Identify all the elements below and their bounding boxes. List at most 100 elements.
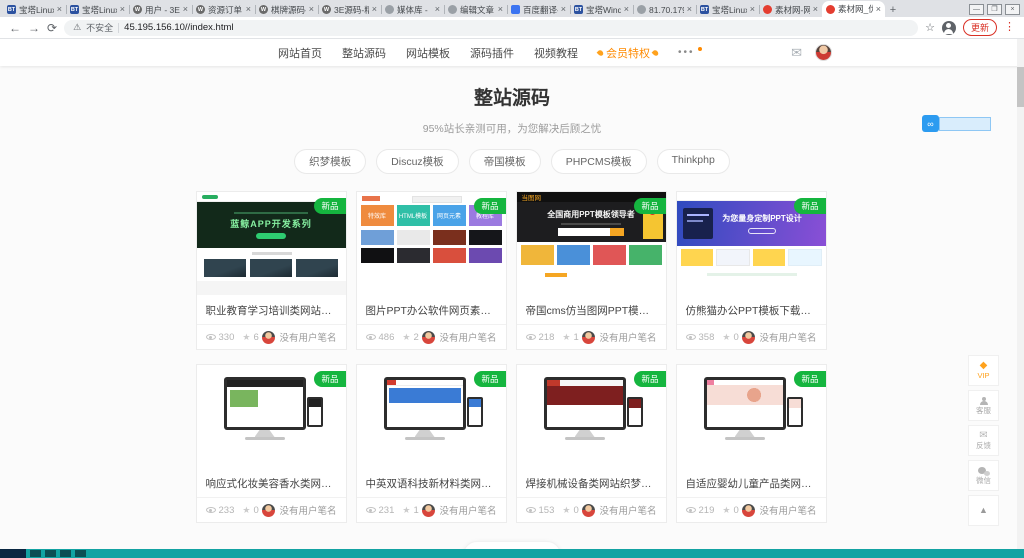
author-name: 没有用户笔名 [279, 503, 336, 517]
filter-discuz[interactable]: Discuz模板 [376, 149, 459, 174]
tab-media-library[interactable]: 媒体库 - × [381, 2, 444, 17]
tab-close-icon[interactable]: × [624, 5, 629, 14]
tab-close-icon[interactable]: × [435, 5, 440, 14]
tab-close-icon[interactable]: × [57, 5, 62, 14]
tab-3e-source[interactable]: W 3E源码-精 × [318, 2, 381, 17]
tab-close-icon[interactable]: × [687, 5, 692, 14]
tab-baota-linux-1[interactable]: BT 宝塔Linux × [3, 2, 66, 17]
browser-profile-icon[interactable] [942, 21, 956, 35]
template-title[interactable]: 职业教育学习培训类网站模板（带手 [197, 295, 346, 324]
tab-qipai-source[interactable]: W 棋牌源码- × [255, 2, 318, 17]
filter-empirecms[interactable]: 帝国模板 [469, 149, 541, 174]
template-title[interactable]: 响应式化妆美容香水类网站织梦模板 [197, 468, 346, 497]
nav-home[interactable]: 网站首页 [278, 45, 322, 61]
template-card[interactable]: 新品 当图网 全国商用PPT模板领导者 帝国cms仿当图网PPT模板下载网站源码 [516, 191, 667, 350]
template-card[interactable]: 新品 中英双语科技新材料类网站织梦模板 231 ★ 1 [356, 364, 507, 523]
back-icon[interactable]: ← [9, 22, 21, 34]
sidebar-feedback-button[interactable]: ✉ 反馈 [968, 425, 999, 456]
tab-close-icon[interactable]: × [309, 5, 314, 14]
template-title[interactable]: 仿熊猫办公PPT模板下载站（带会员、 [677, 295, 826, 324]
more-source-button[interactable]: 更多源码 [463, 541, 561, 549]
template-title[interactable]: 帝国cms仿当图网PPT模板下载网站源码 [517, 295, 666, 324]
author-name: 没有用户笔名 [439, 330, 496, 344]
nav-vip-privileges[interactable]: 会员特权 [598, 45, 658, 61]
wordpress-favicon: W [196, 5, 205, 14]
nav-full-site-source[interactable]: 整站源码 [342, 45, 386, 61]
star-icon: ★ [402, 505, 410, 516]
new-badge: 新品 [474, 198, 505, 214]
template-card[interactable]: 新品 为您量身定制PPT设计 仿熊猫办公PPT模板下载站（带会员、 [676, 191, 827, 350]
taskbar-app-icon[interactable] [30, 550, 41, 557]
tab-close-icon[interactable]: × [876, 5, 881, 14]
tab-close-icon[interactable]: × [120, 5, 125, 14]
taskbar-app-icon[interactable] [75, 550, 86, 557]
card-stats: 219 ★ 0 [686, 505, 739, 516]
tab-label: 宝塔Linux [712, 4, 747, 16]
template-title[interactable]: 焊接机械设备类网站织梦模板(带手机 [517, 468, 666, 497]
tab-close-icon[interactable]: × [561, 5, 566, 14]
filter-dedecms[interactable]: 织梦模板 [294, 149, 366, 174]
sidebar-wechat-button[interactable]: 微信 [968, 460, 999, 491]
netdisk-extension-widget[interactable]: ∞ [922, 115, 991, 132]
netdisk-progress-bar [939, 117, 991, 131]
sidebar-vip-button[interactable]: ◆ VIP [968, 355, 999, 386]
address-bar[interactable]: ⚠ 不安全 45.195.156.10//index.html [64, 20, 918, 36]
forward-icon[interactable]: → [28, 22, 40, 34]
browser-menu-icon[interactable]: ⋮ [1004, 22, 1015, 33]
card-footer: 219 ★ 0 没有用户笔名 [677, 497, 826, 522]
tab-close-icon[interactable]: × [372, 5, 377, 14]
bookmark-star-icon[interactable]: ☆ [925, 21, 935, 34]
tab-resource-orders[interactable]: W 资源订单 - × [192, 2, 255, 17]
card-stats: 233 ★ 0 [206, 505, 259, 516]
new-tab-button[interactable]: + [885, 3, 901, 17]
tab-user-3e[interactable]: W 用户 - 3E × [129, 2, 192, 17]
chrome-update-button[interactable]: 更新 [963, 19, 997, 36]
template-card[interactable]: 新品 焊接机械设备类网站织梦模板(带手机 153 ★ 0 [516, 364, 667, 523]
reload-icon[interactable]: ⟳ [47, 22, 57, 34]
tab-close-icon[interactable]: × [750, 5, 755, 14]
taskbar-app-icon[interactable] [45, 550, 56, 557]
restore-button[interactable]: ❐ [987, 4, 1002, 15]
template-card[interactable]: 新品 响应式化妆美容香水类网站织梦模板 233 ★ 0 [196, 364, 347, 523]
tab-ip-address[interactable]: 81.70.179 × [633, 2, 696, 17]
tab-close-icon[interactable]: × [246, 5, 251, 14]
view-count: 330 [219, 332, 235, 343]
template-title[interactable]: 中英双语科技新材料类网站织梦模板 [357, 468, 506, 497]
tab-close-icon[interactable]: × [813, 5, 818, 14]
tab-label: 媒体库 - [397, 4, 432, 16]
tab-close-icon[interactable]: × [498, 5, 503, 14]
tab-baidu-translate[interactable]: 百度翻译-2 × [507, 2, 570, 17]
close-window-button[interactable]: × [1005, 4, 1020, 15]
filter-phpcms[interactable]: PHPCMS模板 [551, 149, 647, 174]
sidebar-customer-service-button[interactable]: 客服 [968, 390, 999, 421]
author-avatar [582, 331, 595, 344]
views-icon [686, 334, 696, 340]
load-more-container: 更多源码 [0, 541, 1024, 549]
tab-baota-windows[interactable]: BT 宝塔Wind × [570, 2, 633, 17]
filter-thinkphp[interactable]: Thinkphp [657, 149, 730, 174]
sidebar-back-to-top-button[interactable]: ▲ [968, 495, 999, 526]
scrollbar-thumb[interactable] [1017, 67, 1024, 107]
nav-video-tutorials[interactable]: 视频教程 [534, 45, 578, 61]
tab-sucai-active[interactable]: 素材网_优 × [822, 1, 885, 17]
tab-edit-article[interactable]: 编辑文章 × [444, 2, 507, 17]
template-title[interactable]: 图片PPT办公软件网页素材下载站平台 [357, 295, 506, 324]
taskbar-app-icon[interactable] [60, 550, 71, 557]
nav-more-menu[interactable]: ••• [678, 47, 702, 58]
template-card[interactable]: 新品 蓝鲸APP开发系列 职业教育学习培训类网站模板（带手 330 [196, 191, 347, 350]
tab-label: 81.70.179 [649, 5, 684, 15]
template-title[interactable]: 自适应婴幼儿童产品类网站织梦模板 [677, 468, 826, 497]
minimize-button[interactable]: — [969, 4, 984, 15]
start-button[interactable] [0, 549, 26, 558]
tab-baota-linux-3[interactable]: BT 宝塔Linux × [696, 2, 759, 17]
mail-icon[interactable]: ✉ [791, 45, 802, 61]
template-card[interactable]: 新品 特效库 HTML模板 网页元素 教程库 图片PPT办公软件网页素材下载站平… [356, 191, 507, 350]
user-avatar[interactable] [815, 44, 832, 61]
nav-source-plugins[interactable]: 源码插件 [470, 45, 514, 61]
star-icon: ★ [562, 332, 570, 343]
tab-sucai-site[interactable]: 素材网-网 × [759, 2, 822, 17]
nav-website-templates[interactable]: 网站模板 [406, 45, 450, 61]
template-card[interactable]: 新品 自适应婴幼儿童产品类网站织梦模板 219 ★ 0 [676, 364, 827, 523]
tab-baota-linux-2[interactable]: BT 宝塔Linux × [66, 2, 129, 17]
tab-close-icon[interactable]: × [183, 5, 188, 14]
